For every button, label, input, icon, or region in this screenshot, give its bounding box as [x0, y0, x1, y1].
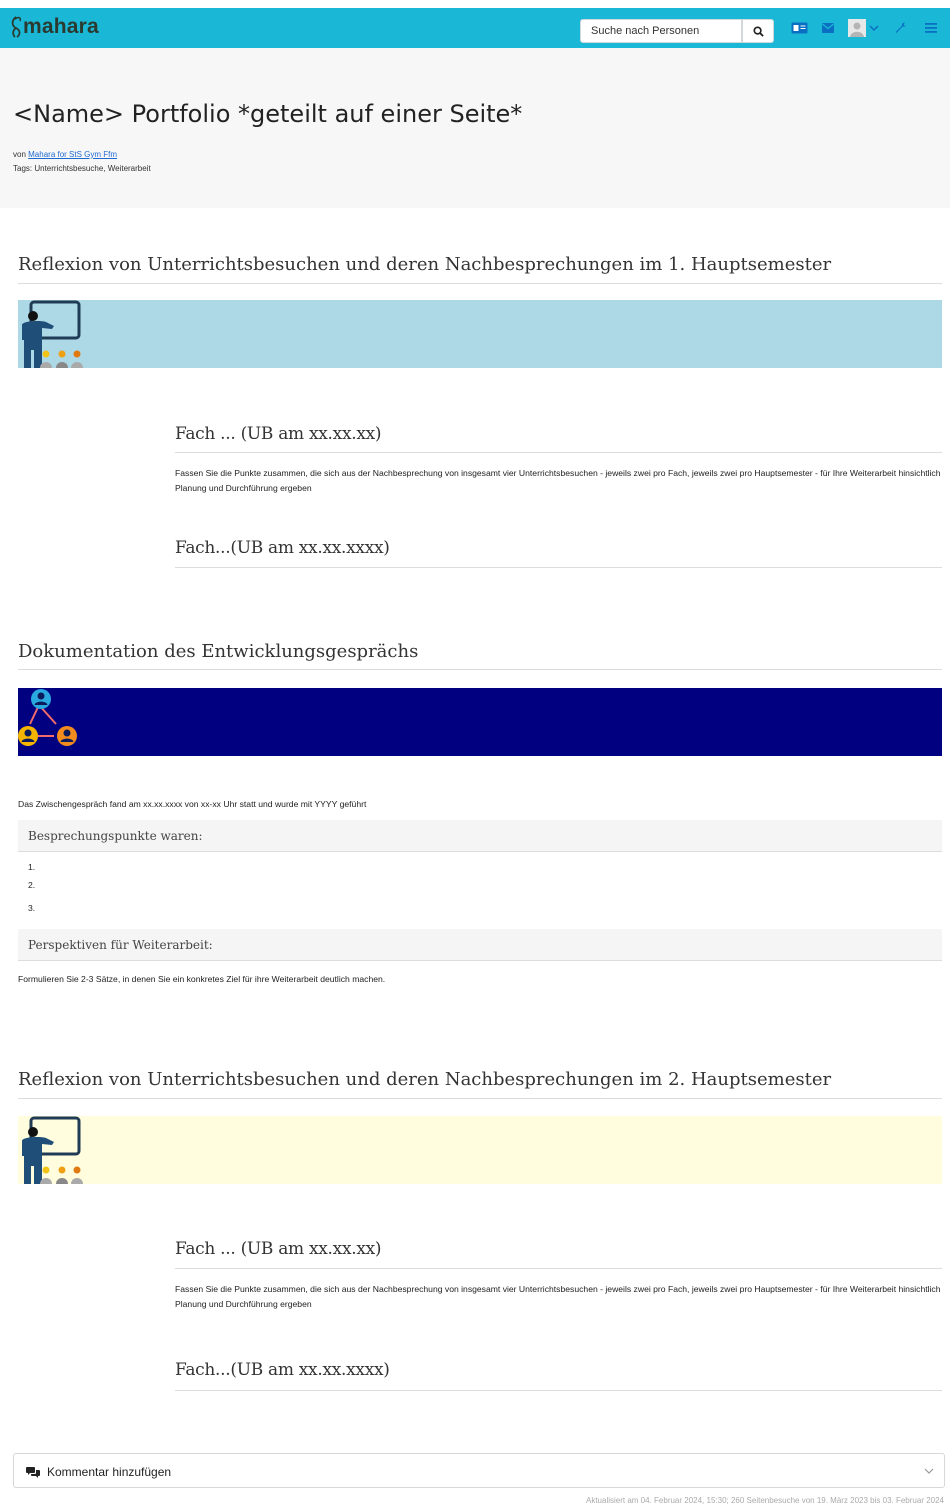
list-item: 2.: [28, 880, 36, 890]
page-footer-stats: Aktualisiert am 04. Februar 2024, 15:30;…: [586, 1496, 944, 1505]
item-title-2-1: Fach ... (UB am xx.xx.xx): [175, 1239, 382, 1259]
perspectives-header: Perspektiven für Weiterarbeit:: [18, 929, 942, 961]
item-divider: [175, 567, 942, 568]
wrench-icon: [895, 22, 907, 33]
mail-icon: [822, 23, 834, 33]
list-item: 3.: [28, 903, 36, 913]
list-item: 1.: [28, 862, 36, 872]
inbox-button[interactable]: [822, 23, 834, 33]
meeting-intro-text: Das Zwischengespräch fand am xx.xx.xxxx …: [18, 799, 367, 809]
hamburger-menu-icon: [925, 23, 937, 33]
section-banner-entwicklungsgespraech: [18, 688, 942, 756]
author-link[interactable]: Mahara for StS Gym Ffm: [28, 150, 117, 159]
people-network-icon: [18, 689, 77, 746]
search-icon: [752, 25, 764, 37]
chevron-down-icon: [924, 1468, 934, 1474]
item-title-1-1: Fach ... (UB am xx.xx.xx): [175, 424, 382, 444]
perspectives-text: Formulieren Sie 2-3 Sätze, in denen Sie …: [18, 974, 386, 984]
item-title-2-2: Fach...(UB am xx.xx.xxxx): [175, 1360, 390, 1380]
discussion-points-title: Besprechungspunkte waren:: [28, 829, 203, 843]
teacher-presentation-icon: [22, 1116, 83, 1184]
search-bar: [580, 19, 774, 43]
logo-text: mahara: [23, 15, 99, 38]
section-title-entwicklungsgespraech: Dokumentation des Entwicklungsgesprächs: [18, 641, 419, 662]
teacher-presentation-icon: [22, 300, 83, 368]
item-divider: [175, 452, 942, 453]
section-divider: [18, 1098, 942, 1099]
section-divider: [18, 283, 942, 284]
item-divider: [175, 1268, 942, 1269]
add-comment-toggle[interactable]: Kommentar hinzufügen: [13, 1453, 945, 1488]
item-title-1-2: Fach...(UB am xx.xx.xxxx): [175, 538, 390, 558]
id-card-button[interactable]: [791, 22, 808, 34]
search-button[interactable]: [742, 19, 774, 43]
section-divider: [18, 669, 942, 670]
page-tags: Tags: Unterrichtsbesuche, Weiterarbeit: [13, 164, 151, 173]
mahara-leaf-icon: [11, 16, 21, 38]
page-byline: von Mahara for StS Gym Ffm: [13, 150, 117, 159]
item-divider: [175, 1390, 942, 1391]
page-header: <Name> Portfolio *geteilt auf einer Seit…: [0, 48, 950, 208]
mahara-logo[interactable]: mahara: [10, 14, 99, 40]
chevron-down-icon: [869, 25, 879, 32]
discussion-points-header: Besprechungspunkte waren:: [18, 820, 942, 852]
main-menu-button[interactable]: [925, 23, 937, 33]
user-menu-button[interactable]: [848, 19, 879, 37]
comments-icon: [26, 1467, 40, 1478]
add-comment-label: Kommentar hinzufügen: [47, 1465, 172, 1479]
admin-button[interactable]: [895, 22, 908, 35]
user-avatar-icon: [848, 19, 866, 37]
section-banner-semester-1: [18, 300, 942, 368]
people-search-input[interactable]: [580, 19, 742, 43]
item-text-2-1: Fassen Sie die Punkte zusammen, die sich…: [175, 1284, 941, 1309]
section-title-semester-1: Reflexion von Unterrichtsbesuchen und de…: [18, 254, 832, 275]
perspectives-title: Perspektiven für Weiterarbeit:: [28, 938, 213, 952]
section-banner-semester-2: [18, 1116, 942, 1184]
byline-prefix: von: [13, 150, 26, 159]
id-card-icon: [791, 22, 808, 34]
page-title: <Name> Portfolio *geteilt auf einer Seit…: [13, 100, 523, 128]
section-title-semester-2: Reflexion von Unterrichtsbesuchen und de…: [18, 1069, 832, 1090]
item-text-1-1: Fassen Sie die Punkte zusammen, die sich…: [175, 468, 941, 493]
top-navbar: mahara: [0, 8, 950, 48]
